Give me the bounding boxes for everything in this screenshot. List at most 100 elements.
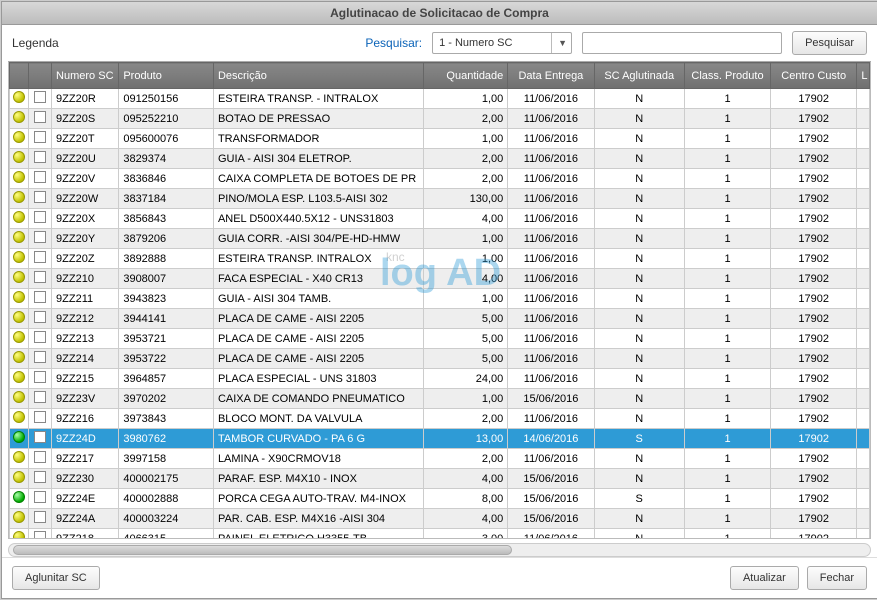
atualizar-button[interactable]: Atualizar xyxy=(730,566,799,590)
cell[interactable] xyxy=(28,129,51,149)
cell[interactable] xyxy=(28,369,51,389)
row-checkbox[interactable] xyxy=(34,171,46,183)
cell[interactable] xyxy=(28,349,51,369)
cell[interactable] xyxy=(28,269,51,289)
row-checkbox[interactable] xyxy=(34,211,46,223)
row-checkbox[interactable] xyxy=(34,431,46,443)
table-row[interactable]: 9ZZ2184066315PAINEL ELETRICO H3355-TB3,0… xyxy=(10,529,870,540)
cell xyxy=(10,269,29,289)
cell[interactable] xyxy=(28,389,51,409)
table-row[interactable]: 9ZZ2163973843BLOCO MONT. DA VALVULA2,001… xyxy=(10,409,870,429)
column-header[interactable] xyxy=(10,63,29,89)
row-checkbox[interactable] xyxy=(34,271,46,283)
table-row[interactable]: 9ZZ230400002175PARAF. ESP. M4X10 - INOX4… xyxy=(10,469,870,489)
cell: 1 xyxy=(684,389,770,409)
row-checkbox[interactable] xyxy=(34,511,46,523)
table-row[interactable]: 9ZZ2143953722PLACA DE CAME - AISI 22055,… xyxy=(10,349,870,369)
table-row[interactable]: 9ZZ23V3970202CAIXA DE COMANDO PNEUMATICO… xyxy=(10,389,870,409)
row-checkbox[interactable] xyxy=(34,471,46,483)
search-button[interactable]: Pesquisar xyxy=(792,31,867,55)
table-row[interactable]: 9ZZ2113943823GUIA - AISI 304 TAMB.1,0011… xyxy=(10,289,870,309)
row-checkbox[interactable] xyxy=(34,231,46,243)
column-header[interactable]: Produto xyxy=(119,63,214,89)
row-checkbox[interactable] xyxy=(34,391,46,403)
row-checkbox[interactable] xyxy=(34,291,46,303)
cell[interactable] xyxy=(28,209,51,229)
cell[interactable] xyxy=(28,469,51,489)
row-checkbox[interactable] xyxy=(34,451,46,463)
cell[interactable] xyxy=(28,509,51,529)
cell[interactable] xyxy=(28,429,51,449)
search-type-select[interactable]: 1 - Numero SC ▼ xyxy=(432,32,572,54)
column-header[interactable]: Centro Custo xyxy=(771,63,857,89)
scrollbar-thumb[interactable] xyxy=(13,545,512,555)
table-row[interactable]: 9ZZ20X3856843ANEL D500X440.5X12 - UNS318… xyxy=(10,209,870,229)
cell: 1 xyxy=(684,309,770,329)
cell[interactable] xyxy=(28,309,51,329)
table-row[interactable]: 9ZZ24E400002888PORCA CEGA AUTO-TRAV. M4-… xyxy=(10,489,870,509)
cell: 9ZZ24E xyxy=(52,489,119,509)
table-row[interactable]: 9ZZ2153964857PLACA ESPECIAL - UNS 318032… xyxy=(10,369,870,389)
table-row[interactable]: 9ZZ24A400003224PAR. CAB. ESP. M4X16 -AIS… xyxy=(10,509,870,529)
table-scroll[interactable]: Numero SCProdutoDescriçãoQuantidadeData … xyxy=(8,62,871,539)
cell[interactable] xyxy=(28,489,51,509)
table-row[interactable]: 9ZZ2123944141PLACA DE CAME - AISI 22055,… xyxy=(10,309,870,329)
row-checkbox[interactable] xyxy=(34,491,46,503)
cell[interactable] xyxy=(28,289,51,309)
row-checkbox[interactable] xyxy=(34,151,46,163)
cell: 2,00 xyxy=(424,169,508,189)
cell[interactable] xyxy=(28,109,51,129)
cell: 11/06/2016 xyxy=(508,189,594,209)
row-checkbox[interactable] xyxy=(34,411,46,423)
column-header[interactable] xyxy=(28,63,51,89)
table-row[interactable]: 9ZZ20R091250156ESTEIRA TRANSP. - INTRALO… xyxy=(10,89,870,109)
horizontal-scrollbar[interactable] xyxy=(8,543,871,557)
aglunitar-button[interactable]: Aglunitar SC xyxy=(12,566,100,590)
cell[interactable] xyxy=(28,529,51,540)
table-row[interactable]: 9ZZ20V3836846CAIXA COMPLETA DE BOTOES DE… xyxy=(10,169,870,189)
cell xyxy=(857,409,870,429)
column-header[interactable]: Class. Produto xyxy=(684,63,770,89)
row-checkbox[interactable] xyxy=(34,91,46,103)
table-row[interactable]: 9ZZ24D3980762TAMBOR CURVADO - PA 6 G13,0… xyxy=(10,429,870,449)
row-checkbox[interactable] xyxy=(34,311,46,323)
row-checkbox[interactable] xyxy=(34,351,46,363)
row-checkbox[interactable] xyxy=(34,531,46,539)
table-row[interactable]: 9ZZ20S095252210BOTAO DE PRESSAO2,0011/06… xyxy=(10,109,870,129)
cell: 3953722 xyxy=(119,349,214,369)
cell[interactable] xyxy=(28,189,51,209)
cell[interactable] xyxy=(28,329,51,349)
status-dot-icon xyxy=(13,211,25,223)
table-row[interactable]: 9ZZ20T095600076TRANSFORMADOR1,0011/06/20… xyxy=(10,129,870,149)
table-row[interactable]: 9ZZ20W3837184PINO/MOLA ESP. L103.5-AISI … xyxy=(10,189,870,209)
table-row[interactable]: 9ZZ2103908007FACA ESPECIAL - X40 CR134,0… xyxy=(10,269,870,289)
cell[interactable] xyxy=(28,249,51,269)
cell[interactable] xyxy=(28,409,51,429)
cell: 15/06/2016 xyxy=(508,389,594,409)
table-row[interactable]: 9ZZ20U3829374GUIA - AISI 304 ELETROP.2,0… xyxy=(10,149,870,169)
row-checkbox[interactable] xyxy=(34,111,46,123)
table-row[interactable]: 9ZZ20Y3879206GUIA CORR. -AISI 304/PE-HD-… xyxy=(10,229,870,249)
cell xyxy=(857,309,870,329)
row-checkbox[interactable] xyxy=(34,331,46,343)
column-header[interactable]: Descrição xyxy=(213,63,423,89)
cell[interactable] xyxy=(28,149,51,169)
row-checkbox[interactable] xyxy=(34,371,46,383)
column-header[interactable]: Data Entrega xyxy=(508,63,594,89)
column-header[interactable]: SC Aglutinada xyxy=(594,63,684,89)
cell[interactable] xyxy=(28,89,51,109)
table-row[interactable]: 9ZZ2173997158LAMINA - X90CRMOV182,0011/0… xyxy=(10,449,870,469)
search-input[interactable] xyxy=(582,32,782,54)
row-checkbox[interactable] xyxy=(34,251,46,263)
cell[interactable] xyxy=(28,169,51,189)
column-header[interactable]: Quantidade xyxy=(424,63,508,89)
column-header[interactable]: Numero SC xyxy=(52,63,119,89)
table-row[interactable]: 9ZZ20Z3892888ESTEIRA TRANSP. INTRALOX1,0… xyxy=(10,249,870,269)
fechar-button[interactable]: Fechar xyxy=(807,566,867,590)
cell[interactable] xyxy=(28,449,51,469)
row-checkbox[interactable] xyxy=(34,191,46,203)
table-row[interactable]: 9ZZ2133953721PLACA DE CAME - AISI 22055,… xyxy=(10,329,870,349)
cell[interactable] xyxy=(28,229,51,249)
row-checkbox[interactable] xyxy=(34,131,46,143)
column-header[interactable]: L xyxy=(857,63,870,89)
